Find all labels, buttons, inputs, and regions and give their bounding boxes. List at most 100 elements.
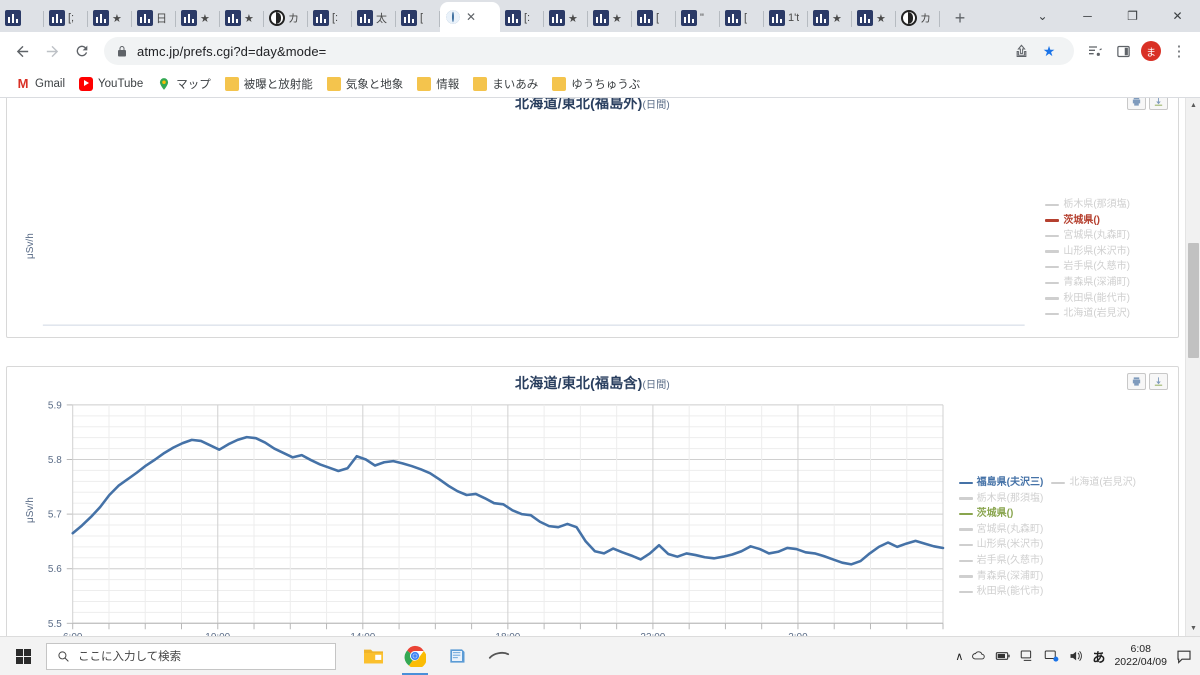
tab-label: [ — [744, 12, 748, 24]
legend-item[interactable]: 宮城県(丸森町) — [1045, 228, 1130, 244]
scroll-down-arrow[interactable]: ▼ — [1186, 621, 1200, 636]
legend-item[interactable]: 福島県(夫沢三) — [958, 475, 1043, 491]
browser-tab[interactable]: [ — [720, 4, 764, 32]
scroll-up-arrow[interactable]: ▲ — [1186, 98, 1200, 113]
legend-item[interactable]: 茨城県() — [958, 506, 1044, 522]
bookmark-item[interactable]: 情報 — [411, 73, 465, 95]
legend-item[interactable]: 茨城県() — [1045, 213, 1130, 229]
bookmark-item[interactable]: 被曝と放射能 — [219, 73, 319, 95]
legend-item[interactable]: 岩手県(久慈市) — [958, 553, 1043, 569]
maximize-button[interactable]: ❐ — [1110, 0, 1155, 32]
scrollbar-thumb[interactable] — [1188, 243, 1199, 358]
chart-favicon-icon — [593, 10, 609, 26]
page-scrollbar[interactable]: ▲ ▼ — [1185, 98, 1200, 636]
browser-tab[interactable]: [: — [308, 4, 352, 32]
bookmark-star-button[interactable]: ★ — [1036, 38, 1062, 64]
legend-item[interactable]: 北海道(岩見沢) — [1045, 306, 1130, 322]
legend-item[interactable]: 北海道(岩見沢) — [1051, 475, 1136, 491]
tab-search-button[interactable]: ⌄ — [1020, 0, 1065, 32]
tab-label: カ — [288, 13, 299, 25]
bookmark-item[interactable]: マップ — [151, 73, 217, 95]
legend-item[interactable]: 秋田県(能代市) — [1045, 291, 1130, 307]
legend-label: 栃木県(那須塩) — [1063, 199, 1130, 210]
bookmark-item[interactable]: YouTube — [73, 74, 149, 94]
taskbar-app-notepad[interactable] — [438, 638, 476, 675]
legend-item[interactable]: 栃木県(那須塩) — [1045, 197, 1130, 213]
new-tab-button[interactable]: + — [946, 4, 974, 32]
browser-tab[interactable]: ★ — [852, 4, 896, 32]
legend-item[interactable]: 青森県(深浦町) — [1045, 275, 1130, 291]
print-icon[interactable] — [1127, 98, 1146, 110]
download-glyph — [1154, 377, 1163, 386]
tab-label: ★ — [832, 12, 842, 25]
notification-icon[interactable] — [1176, 649, 1192, 664]
bookmark-item[interactable]: M Gmail — [10, 74, 71, 94]
browser-tab[interactable]: [ — [632, 4, 676, 32]
share-icon[interactable] — [1008, 38, 1034, 64]
taskbar-app-misc[interactable] — [480, 638, 518, 675]
clock[interactable]: 6:08 2022/04/09 — [1114, 643, 1167, 669]
taskbar-app-file-explorer[interactable] — [354, 638, 392, 675]
browser-tab[interactable]: ★ — [220, 4, 264, 32]
legend-item[interactable]: 宮城県(丸森町) — [958, 522, 1043, 538]
browser-tab[interactable]: " — [676, 4, 720, 32]
bookmark-item[interactable]: まいあみ — [467, 73, 544, 95]
browser-tab[interactable]: カ — [896, 4, 940, 32]
legend-label: 秋田県(能代市) — [976, 586, 1044, 598]
chrome-menu-button[interactable]: ⋮ — [1166, 38, 1192, 64]
browser-tab[interactable]: ✕ — [440, 2, 500, 32]
download-icon[interactable] — [1149, 98, 1168, 110]
chart2-legend: 福島県(夫沢三) 栃木県(那須塩) 茨城県() 宮城県(丸森町) 山形県(米沢市) 岩手県… — [958, 475, 1136, 600]
browser-tab[interactable]: ★ — [544, 4, 588, 32]
side-panel-icon[interactable] — [1110, 38, 1136, 64]
legend-item[interactable]: 山形県(米沢市) — [958, 537, 1043, 553]
bookmark-item[interactable]: ゆうちゅうぶ — [546, 73, 646, 95]
chart-favicon-icon — [357, 10, 373, 26]
browser-tab[interactable]: ★ — [588, 4, 632, 32]
legend-item[interactable]: 秋田県(能代市) — [958, 584, 1044, 600]
browser-tab[interactable]: 1't — [764, 4, 808, 32]
onedrive-icon[interactable] — [972, 649, 986, 663]
browser-tab[interactable]: 太 — [352, 4, 396, 32]
browser-tab[interactable] — [0, 4, 44, 32]
close-window-button[interactable]: ✕ — [1155, 0, 1200, 32]
reading-list-icon[interactable] — [1082, 38, 1108, 64]
tray-chevron-icon[interactable]: ∧ — [955, 650, 963, 663]
profile-avatar[interactable]: ま — [1141, 41, 1161, 61]
volume-icon[interactable] — [1068, 649, 1083, 663]
display-settings-icon[interactable] — [1044, 649, 1059, 663]
ime-indicator[interactable]: あ — [1092, 647, 1105, 666]
print-glyph — [1132, 377, 1141, 386]
tab-close-button[interactable]: ✕ — [466, 11, 476, 23]
legend-item[interactable]: 岩手県(久慈市) — [1045, 259, 1130, 275]
back-button[interactable] — [8, 37, 36, 65]
browser-tab[interactable]: [; — [44, 4, 88, 32]
browser-tab[interactable]: カ — [264, 4, 308, 32]
bookmark-label: マップ — [176, 78, 211, 91]
forward-button[interactable] — [38, 37, 66, 65]
download-icon[interactable] — [1149, 373, 1168, 390]
bookmark-label: 情報 — [436, 78, 460, 91]
browser-tab[interactable]: [: — [500, 4, 544, 32]
browser-tab[interactable]: ★ — [176, 4, 220, 32]
chart-favicon-icon — [549, 10, 565, 26]
browser-tab[interactable]: ★ — [88, 4, 132, 32]
legend-item[interactable]: 栃木県(那須塩) — [958, 491, 1043, 507]
battery-icon[interactable] — [995, 649, 1011, 663]
address-bar[interactable]: atmc.jp/prefs.cgi?d=day&mode= ★ — [104, 37, 1074, 65]
browser-tab[interactable]: ★ — [808, 4, 852, 32]
print-icon[interactable] — [1127, 373, 1146, 390]
network-icon[interactable] — [1020, 649, 1035, 663]
legend-swatch-icon — [958, 497, 973, 500]
bookmark-item[interactable]: 気象と地象 — [321, 73, 410, 95]
browser-tab[interactable]: 日 — [132, 4, 176, 32]
taskbar-search-box[interactable]: ここに入力して検索 — [46, 642, 336, 670]
taskbar-app-chrome[interactable] — [396, 638, 434, 675]
reload-button[interactable] — [68, 37, 96, 65]
chart-favicon-icon — [5, 10, 21, 26]
legend-item[interactable]: 青森県(深浦町) — [958, 569, 1043, 585]
browser-tab[interactable]: [ — [396, 4, 440, 32]
start-button[interactable] — [0, 637, 46, 675]
minimize-button[interactable]: ─ — [1065, 0, 1110, 32]
legend-item[interactable]: 山形県(米沢市) — [1045, 244, 1130, 260]
